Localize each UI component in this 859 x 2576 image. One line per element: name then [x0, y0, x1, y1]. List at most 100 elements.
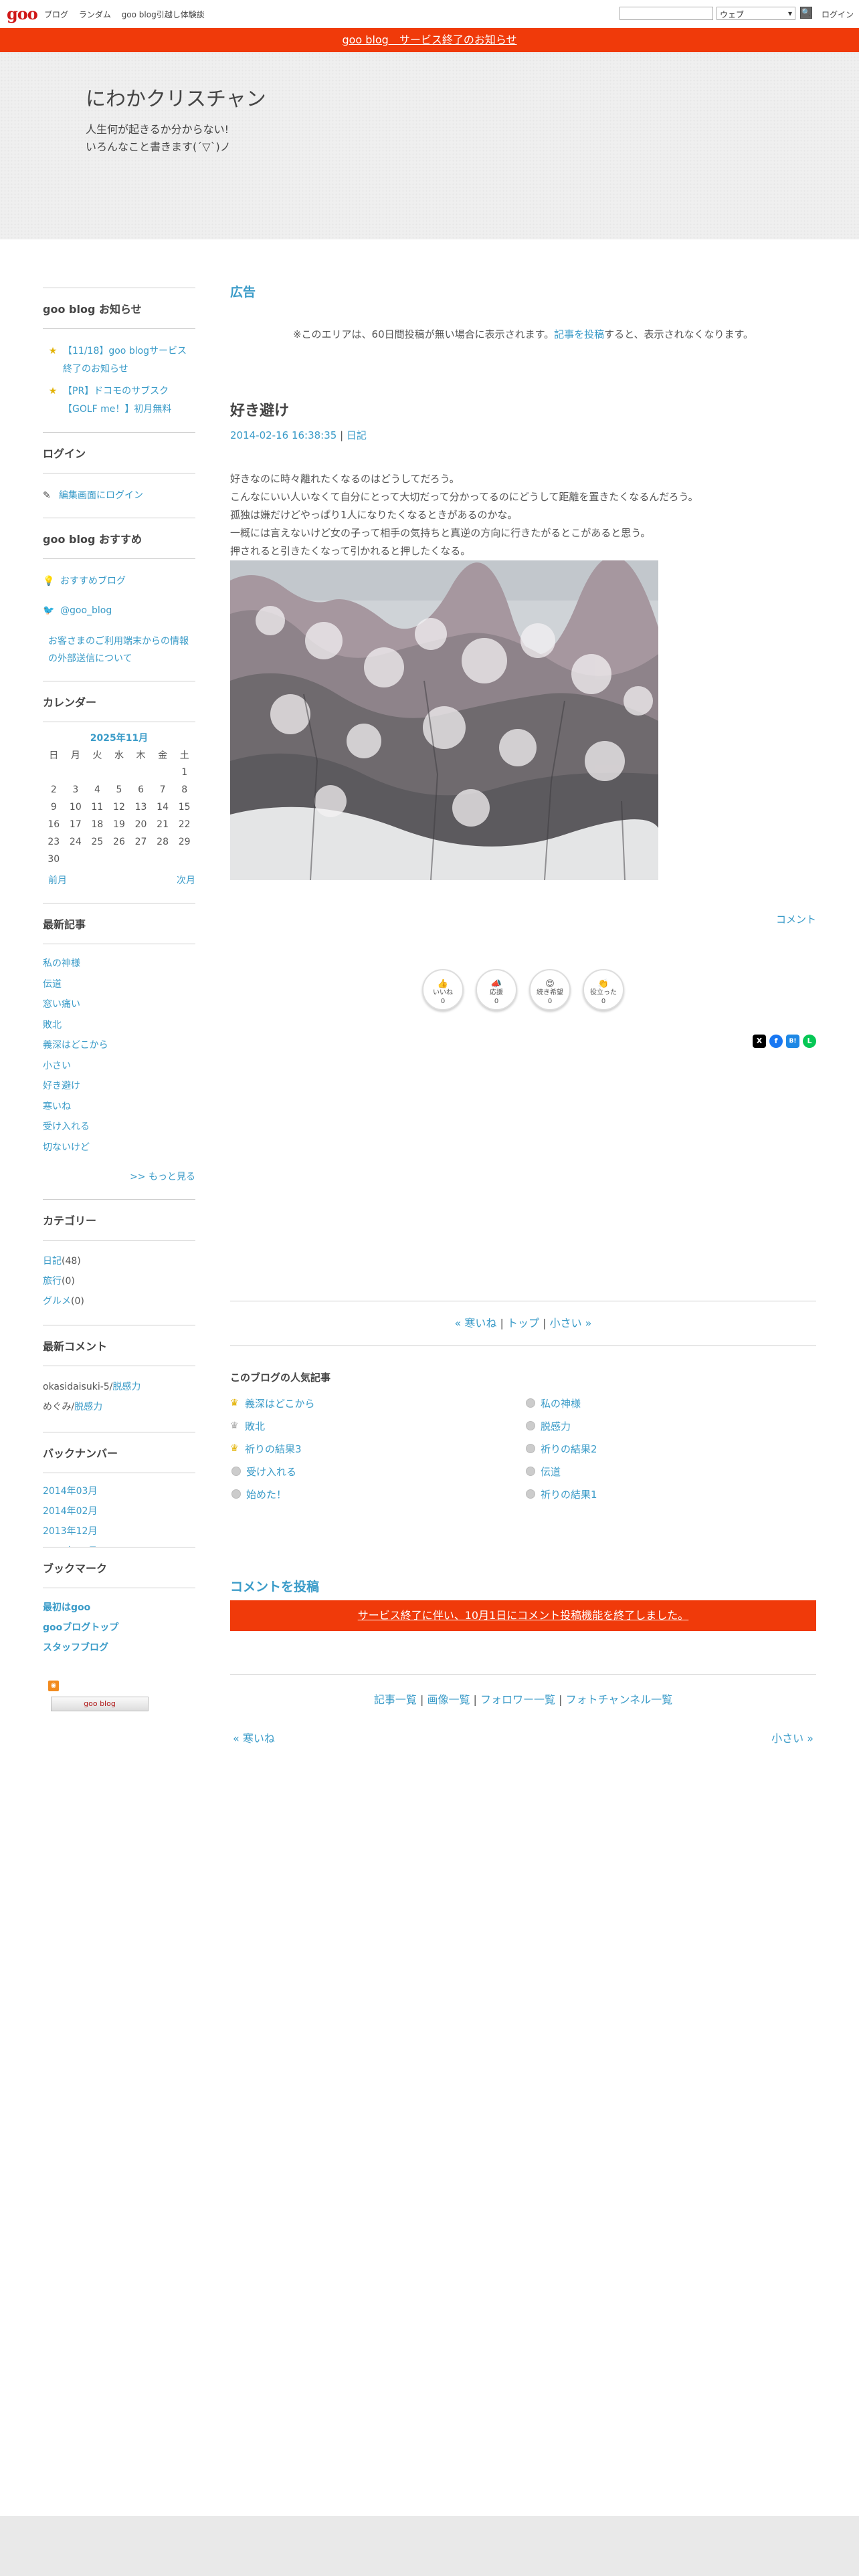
hatena-bookmark-icon[interactable]: B!	[786, 1035, 799, 1048]
more-link[interactable]: >> もっと見る	[43, 1167, 195, 1199]
x-share-icon[interactable]: X	[753, 1035, 766, 1048]
service-end-link[interactable]: goo blog サービス終了のお知らせ	[342, 33, 516, 46]
reaction-button[interactable]: 📣 応援 0	[476, 969, 517, 1010]
recent-article-link[interactable]: 敗北	[43, 1015, 195, 1036]
info-item[interactable]: ★ 【PR】ドコモのサブスク【GOLF me！】初月無料	[43, 383, 195, 419]
popular-item[interactable]: 始めた！	[230, 1486, 524, 1502]
search-icon[interactable]: 🔍	[800, 7, 812, 19]
popular-item[interactable]: 伝道	[524, 1463, 816, 1479]
login-link[interactable]: ログイン	[822, 9, 854, 20]
rank-dot-icon	[526, 1467, 535, 1476]
reaction-count: 0	[547, 998, 553, 1005]
category-count: (48)	[62, 1256, 81, 1267]
comment-post-link[interactable]: 脱感力	[112, 1382, 140, 1392]
calendar-day: 11	[91, 802, 104, 813]
rss-icon[interactable]: ◉	[48, 1681, 59, 1691]
article-paragraph: 好きなのに時々離れたくなるのはどうしてだろう。	[230, 473, 460, 485]
footer-prev-link[interactable]: « 寒いね	[233, 1729, 275, 1745]
popular-item[interactable]: ♛ 義深はどこから	[230, 1395, 524, 1411]
follower-list-link[interactable]: フォロワー一覧	[480, 1693, 555, 1706]
next-article-link[interactable]: 小さい »	[550, 1317, 592, 1329]
calendar-day: 6	[138, 784, 144, 795]
nav-random[interactable]: ランダム	[79, 10, 111, 19]
article-title[interactable]: 好き避け	[230, 399, 816, 420]
category-item[interactable]: 日記(48)	[43, 1251, 195, 1271]
popular-item[interactable]: 祈りの結果2	[524, 1440, 816, 1457]
backnumber-item[interactable]: 2014年02月	[43, 1501, 195, 1521]
recent-article-link[interactable]: 義深はどこから	[43, 1035, 195, 1056]
blog-title[interactable]: にわかクリスチャン	[86, 82, 266, 112]
category-item[interactable]: グルメ(0)	[43, 1291, 195, 1311]
backnumber-item[interactable]: 2013年11月	[43, 1541, 195, 1547]
popular-item[interactable]: 脱感力	[524, 1418, 816, 1434]
nav-blog[interactable]: ブログ	[44, 10, 68, 19]
popular-item[interactable]: 私の神様	[524, 1395, 816, 1411]
prev-article-link[interactable]: « 寒いね	[455, 1317, 497, 1329]
twitter-link[interactable]: 🐦 @goo_blog	[43, 602, 195, 619]
search-scope-value: ウェブ	[720, 10, 745, 19]
edit-login-link[interactable]: ✎ 編集画面にログイン	[43, 486, 195, 506]
info-item[interactable]: ★ 【11/18】goo blogサービス終了のお知らせ	[43, 342, 195, 379]
calendar-day: 2	[50, 784, 57, 795]
backnumber-item[interactable]: 2014年03月	[43, 1481, 195, 1501]
facebook-share-icon[interactable]: f	[769, 1035, 783, 1048]
reaction-icon: 😍	[545, 979, 555, 989]
comment-post-link[interactable]: 脱感力	[74, 1402, 102, 1412]
footer-next-link[interactable]: 小さい »	[771, 1729, 814, 1745]
calendar-day: 21	[157, 819, 169, 830]
post-article-link[interactable]: 記事を投稿	[554, 328, 604, 340]
bookmark-item[interactable]: スタッフブログ	[43, 1638, 195, 1658]
search-scope-select[interactable]: ウェブ	[717, 7, 795, 20]
recommend-blog-link[interactable]: 💡 おすすめブログ	[43, 572, 195, 590]
article-date[interactable]: 2014-02-16 16:38:35	[230, 429, 337, 441]
recent-article-link[interactable]: 私の神様	[43, 954, 195, 974]
popular-list: ♛ 義深はどこから 私の神様 ♛ 敗北 脱感力 ♛ 祈りの結果3 祈りの結果2 受け入れる 伝道 始め…	[230, 1395, 816, 1502]
calendar-days: 1 2 3 4 5 6 7 8 9 10 11 12 13 14 15 16 17 18 19 20 21 22 23 24 2…	[43, 764, 195, 868]
external-info-link[interactable]: お客さまのご利用端末からの情報の外部送信について	[43, 633, 195, 667]
recent-article-link[interactable]: 受け入れる	[43, 1117, 195, 1138]
prev-month-link[interactable]: 前月	[48, 873, 67, 887]
snow-tree-photo[interactable]	[230, 560, 658, 880]
popular-item-label: 受け入れる	[246, 1465, 297, 1478]
reaction-buttons: 👍 いいね 0 📣 応援 0 😍 続き希望 0 👏 役立った 0	[230, 969, 816, 1010]
recent-article-link[interactable]: 切ないけど	[43, 1138, 195, 1158]
search-input[interactable]	[619, 7, 713, 20]
article-category[interactable]: 日記	[347, 429, 367, 441]
comment-closed-banner[interactable]: サービス終了に伴い、10月1日にコメント投稿機能を終了しました。	[230, 1600, 816, 1631]
top-link[interactable]: トップ	[507, 1317, 539, 1329]
article-list-link[interactable]: 記事一覧	[374, 1693, 417, 1706]
section-heading: ブックマーク	[43, 1547, 195, 1588]
recent-article-link[interactable]: 窓い痛い	[43, 994, 195, 1015]
recent-list: 私の神様 伝道 窓い痛い 敗北 義深はどこから 小さい 好き避け 寒いね 受け入れる 切ないけど	[43, 944, 195, 1167]
line-share-icon[interactable]: L	[803, 1035, 816, 1048]
popular-item[interactable]: 受け入れる	[230, 1463, 524, 1479]
calendar-day: 9	[50, 802, 57, 813]
weekday: 土	[179, 750, 189, 761]
bookmark-item[interactable]: gooブログトップ	[43, 1618, 195, 1638]
photo-channel-link[interactable]: フォトチャンネル一覧	[566, 1693, 673, 1706]
image-list-link[interactable]: 画像一覧	[427, 1693, 470, 1706]
backnumber-item[interactable]: 2013年12月	[43, 1521, 195, 1541]
goo-blog-badge[interactable]: goo blog	[51, 1697, 149, 1711]
reaction-button[interactable]: 👏 役立った 0	[583, 969, 624, 1010]
reaction-button[interactable]: 😍 続き希望 0	[529, 969, 571, 1010]
recent-article-link[interactable]: 伝道	[43, 974, 195, 995]
recent-article-link[interactable]: 小さい	[43, 1056, 195, 1077]
recent-article-link[interactable]: 好き避け	[43, 1076, 195, 1097]
category-item[interactable]: 旅行(0)	[43, 1271, 195, 1291]
external-info-label: お客さまのご利用端末からの情報の外部送信について	[48, 636, 189, 664]
blog-header: にわかクリスチャン 人生何が起きるか分からない! いろんなこと書きます(´▽`)…	[0, 52, 859, 239]
goo-logo[interactable]: goo	[7, 4, 38, 23]
reaction-button[interactable]: 👍 いいね 0	[422, 969, 464, 1010]
reaction-icon: 👏	[597, 979, 609, 989]
popular-item[interactable]: ♛ 祈りの結果3	[230, 1440, 524, 1457]
nav-migration[interactable]: goo blog引越し体験談	[122, 10, 205, 19]
popular-item[interactable]: 祈りの結果1	[524, 1486, 816, 1502]
backnumber-list[interactable]: 2014年03月 2014年02月 2013年12月 2013年11月	[43, 1473, 195, 1547]
next-month-link[interactable]: 次月	[177, 873, 195, 887]
comment-link[interactable]: コメント	[230, 912, 816, 926]
recent-article-link[interactable]: 寒いね	[43, 1097, 195, 1117]
popular-item[interactable]: ♛ 敗北	[230, 1418, 524, 1434]
popular-item-label: 義深はどこから	[245, 1397, 315, 1410]
bookmark-item[interactable]: 最初はgoo	[43, 1598, 195, 1618]
